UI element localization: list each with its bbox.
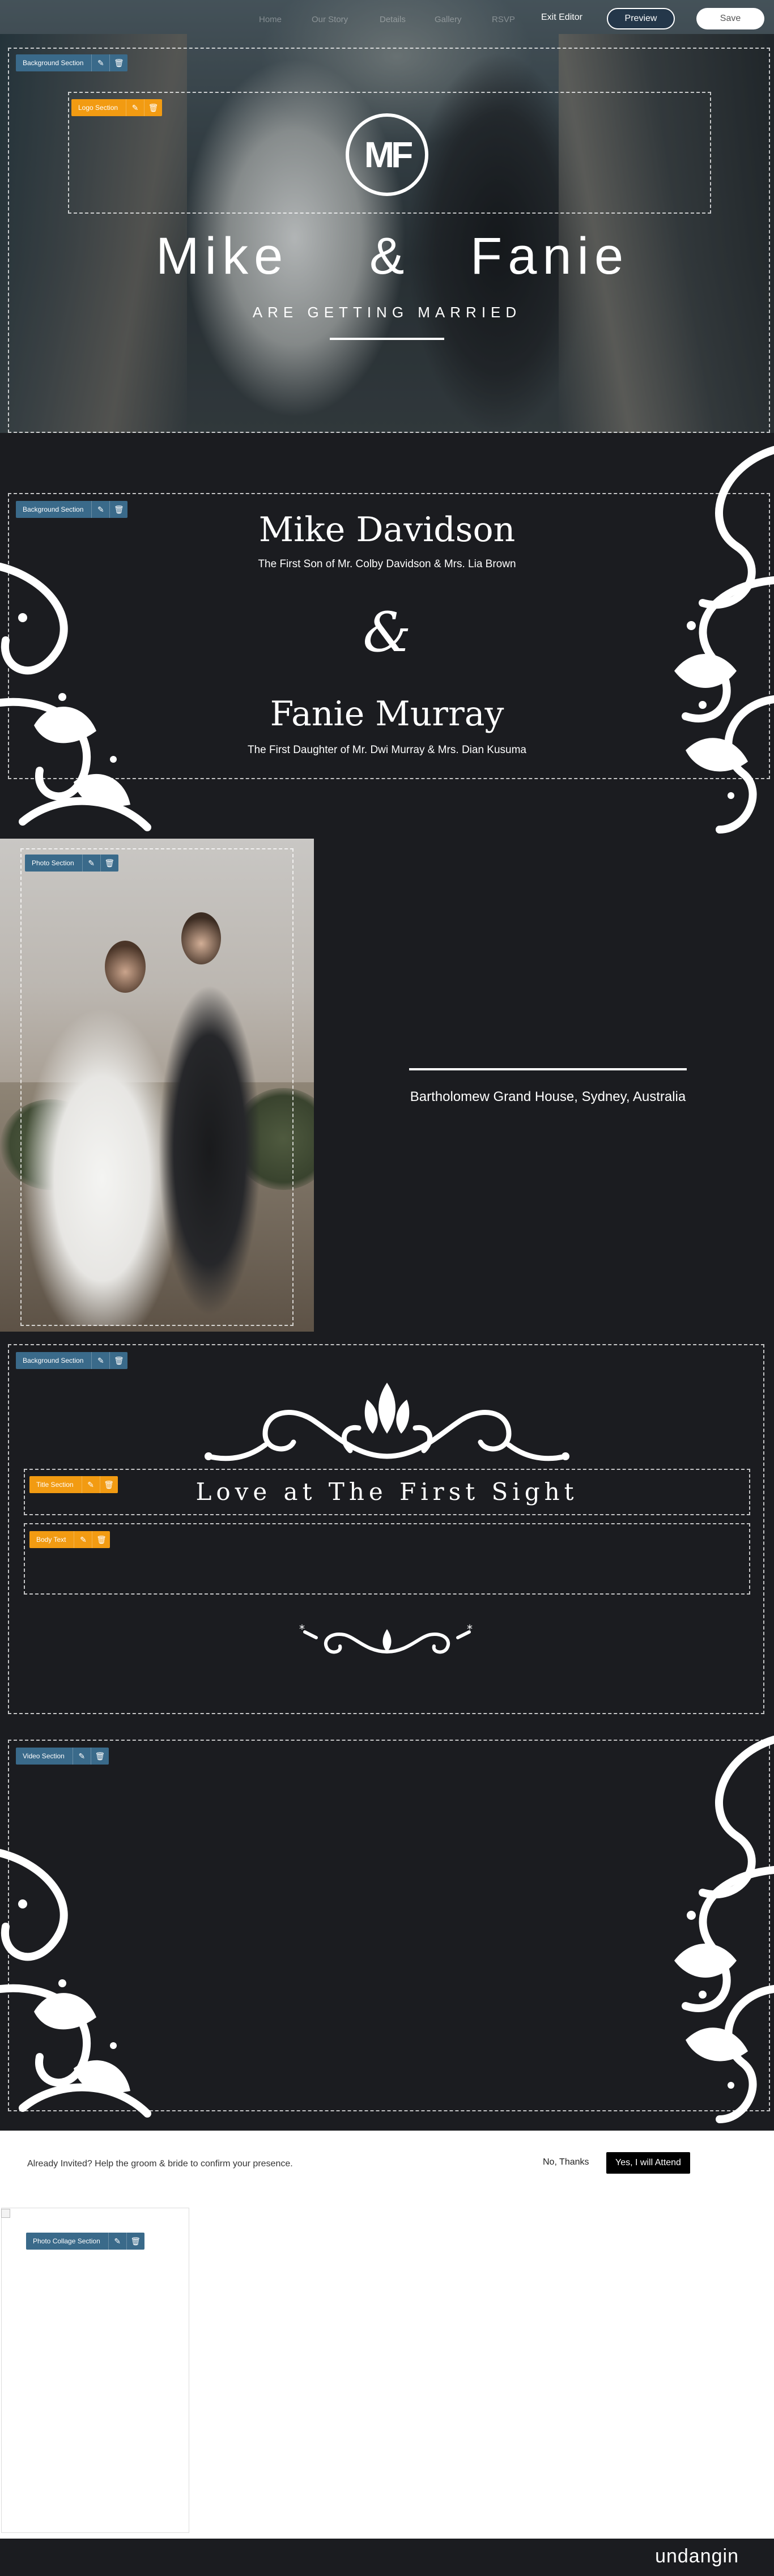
hero-background-badge[interactable]: Background Section ✎ 🗑 <box>16 54 128 71</box>
rsvp-message: Already Invited? Help the groom & bride … <box>27 2159 293 2169</box>
bride-full-name: Fanie Murray <box>270 694 504 734</box>
nav-link-home[interactable]: Home <box>259 15 282 24</box>
rsvp-no-thanks-button[interactable]: No, Thanks <box>543 2157 589 2167</box>
delete-trash-icon[interactable]: 🗑 <box>99 1476 118 1493</box>
edit-pencil-icon[interactable]: ✎ <box>74 1531 92 1548</box>
venue-divider <box>409 1068 687 1070</box>
body-text-outline <box>24 1523 750 1595</box>
top-navigation: Home Our Story Details Gallery RSVP Exit… <box>0 0 774 40</box>
logo-section-badge[interactable]: Logo Section ✎ 🗑 <box>71 99 163 116</box>
badge-label: Background Section <box>23 505 84 513</box>
badge-label: Video Section <box>23 1752 65 1760</box>
title-section-badge[interactable]: Title Section ✎ 🗑 <box>29 1476 118 1493</box>
edit-pencil-icon[interactable]: ✎ <box>91 54 109 71</box>
video-section-badge[interactable]: Video Section ✎ 🗑 <box>16 1748 109 1765</box>
photo-collage-badge[interactable]: Photo Collage Section ✎ 🗑 <box>26 2233 144 2250</box>
hero-groom-name: Mike <box>156 227 289 285</box>
svg-text:*: * <box>467 1622 473 1636</box>
hero-names: Mike & Fanie <box>0 227 774 289</box>
badge-label: Photo Collage Section <box>33 2237 100 2245</box>
hero-tagline: ARE GETTING MARRIED <box>252 304 522 321</box>
hero-bride-name: Fanie <box>470 227 630 285</box>
delete-trash-icon[interactable]: 🗑 <box>144 99 162 116</box>
bride-parents: The First Daughter of Mr. Dwi Murray & M… <box>247 744 526 756</box>
nav-link-gallery[interactable]: Gallery <box>435 15 462 24</box>
venue-address: Bartholomew Grand House, Sydney, Austral… <box>410 1089 686 1104</box>
couple-ampersand: & <box>363 601 411 664</box>
rsvp-attend-button[interactable]: Yes, I will Attend <box>606 2152 690 2174</box>
brand-logo[interactable]: undangin <box>655 2545 739 2568</box>
save-button[interactable]: Save <box>696 8 764 29</box>
monogram-logo: MF <box>346 113 428 196</box>
preview-button[interactable]: Preview <box>607 8 675 29</box>
delete-trash-icon[interactable]: 🗑 <box>90 1748 109 1765</box>
flourish-ornament-top <box>203 1377 571 1468</box>
badge-label: Body Text <box>36 1536 66 1544</box>
nav-link-details[interactable]: Details <box>380 15 406 24</box>
edit-pencil-icon[interactable]: ✎ <box>72 1748 91 1765</box>
edit-pencil-icon[interactable]: ✎ <box>91 1352 109 1369</box>
body-text-badge[interactable]: Body Text ✎ 🗑 <box>29 1531 110 1548</box>
nav-link-our-story[interactable]: Our Story <box>312 15 348 24</box>
delete-trash-icon[interactable]: 🗑 <box>109 1352 127 1369</box>
rsvp-bar: Already Invited? Help the groom & bride … <box>0 2131 774 2199</box>
photo-section-badge[interactable]: Photo Section ✎ 🗑 <box>25 855 118 872</box>
hero-divider <box>330 338 444 340</box>
edit-pencil-icon[interactable]: ✎ <box>91 501 109 518</box>
badge-label: Logo Section <box>78 104 118 112</box>
exit-editor-link[interactable]: Exit Editor <box>541 12 582 23</box>
photo-bride-head <box>105 941 146 993</box>
edit-pencil-icon[interactable]: ✎ <box>81 1476 100 1493</box>
footer: undangin <box>0 2539 774 2576</box>
broken-image-icon <box>1 2209 10 2218</box>
delete-trash-icon[interactable]: 🗑 <box>92 1531 110 1548</box>
photo-collage-frame <box>1 2208 189 2533</box>
story-background-badge[interactable]: Background Section ✎ 🗑 <box>16 1352 128 1369</box>
couple-photo <box>0 839 314 1332</box>
badge-label: Title Section <box>36 1481 74 1489</box>
edit-pencil-icon[interactable]: ✎ <box>126 99 144 116</box>
hero-ampersand: & <box>369 227 410 285</box>
flourish-ornament-bottom: * * <box>299 1621 475 1660</box>
edit-pencil-icon[interactable]: ✎ <box>108 2233 126 2250</box>
badge-label: Background Section <box>23 59 84 67</box>
photo-groom-head <box>181 912 221 964</box>
delete-trash-icon[interactable]: 🗑 <box>100 855 118 872</box>
svg-text:*: * <box>299 1622 305 1636</box>
floral-ornament-left-bottom <box>0 1842 153 2125</box>
photo-groom-suit <box>153 980 266 1315</box>
badge-label: Photo Section <box>32 859 74 867</box>
delete-trash-icon[interactable]: 🗑 <box>109 54 127 71</box>
floral-ornament-right-bottom <box>652 1723 774 2131</box>
badge-label: Background Section <box>23 1357 84 1364</box>
groom-parents: The First Son of Mr. Colby Davidson & Mr… <box>258 558 516 570</box>
edit-pencil-icon[interactable]: ✎ <box>82 855 100 872</box>
couple-background-badge[interactable]: Background Section ✎ 🗑 <box>16 501 128 518</box>
nav-link-rsvp[interactable]: RSVP <box>492 15 515 24</box>
delete-trash-icon[interactable]: 🗑 <box>109 501 127 518</box>
delete-trash-icon[interactable]: 🗑 <box>126 2233 144 2250</box>
